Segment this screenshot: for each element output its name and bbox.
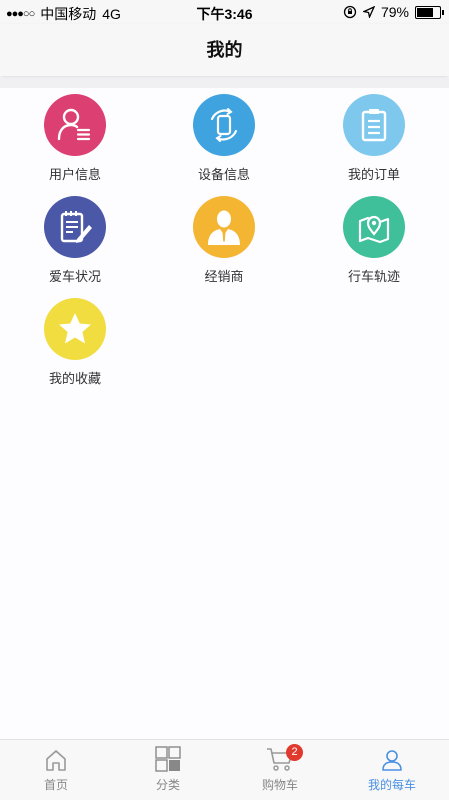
menu-icon-circle xyxy=(193,94,255,156)
home-icon xyxy=(46,750,66,771)
menu-item-label: 我的收藏 xyxy=(48,371,101,386)
menu-item-dealer[interactable]: 经销商 xyxy=(164,196,284,285)
status-bar: ●●●○○ 中国移动 4G 下午3:46 79% xyxy=(0,0,449,24)
map-pin-icon xyxy=(358,215,390,244)
menu-icon-circle xyxy=(343,196,405,258)
menu-item-label: 爱车状况 xyxy=(48,269,101,284)
device-icon xyxy=(210,108,238,142)
menu-item-label: 设备信息 xyxy=(197,167,250,182)
tab-home[interactable]: 首页 xyxy=(0,740,112,800)
rotation-lock-icon xyxy=(343,5,357,19)
clipboard-order-icon xyxy=(361,109,387,142)
tab-cart[interactable]: 2 购物车 xyxy=(224,740,336,800)
menu-item-favorites[interactable]: 我的收藏 xyxy=(15,298,135,387)
menu-item-driving-track[interactable]: 行车轨迹 xyxy=(314,196,434,285)
cart-count-badge: 2 xyxy=(286,744,303,761)
status-right: 79% xyxy=(343,4,444,20)
person-icon xyxy=(382,750,402,771)
location-arrow-icon xyxy=(362,6,375,18)
notepad-pen-icon xyxy=(60,211,92,243)
section-divider xyxy=(0,78,449,88)
battery-fill xyxy=(417,7,433,17)
tab-label: 首页 xyxy=(43,778,68,792)
category-grid-icon xyxy=(155,746,181,772)
menu-item-device-info[interactable]: 设备信息 xyxy=(164,94,284,183)
star-icon xyxy=(59,313,91,344)
menu-icon-circle xyxy=(44,94,106,156)
tab-category[interactable]: 分类 xyxy=(112,740,224,800)
dealer-person-icon xyxy=(208,210,240,245)
menu-item-label: 我的订单 xyxy=(347,167,400,182)
battery-percent: 79% xyxy=(380,4,409,20)
menu-icon-circle xyxy=(44,196,106,258)
menu-icon-circle xyxy=(44,298,106,360)
tab-my-car[interactable]: 我的每车 xyxy=(336,740,448,800)
menu-item-my-orders[interactable]: 我的订单 xyxy=(314,94,434,183)
user-profile-icon xyxy=(57,108,91,141)
tab-label: 我的每车 xyxy=(367,778,416,792)
menu-item-label: 经销商 xyxy=(204,269,244,284)
tab-bar: 首页 分类 2 购物车 我的每车 xyxy=(0,739,449,800)
page-title: 我的 xyxy=(206,40,243,60)
tab-label: 分类 xyxy=(155,778,180,792)
menu-icon-circle xyxy=(193,196,255,258)
menu-item-user-info[interactable]: 用户信息 xyxy=(15,94,135,183)
menu-item-car-status[interactable]: 爱车状况 xyxy=(15,196,135,285)
nav-bar: 我的 xyxy=(0,24,449,76)
battery-icon xyxy=(415,5,444,19)
tab-label: 购物车 xyxy=(261,778,298,792)
menu-item-label: 行车轨迹 xyxy=(347,269,400,284)
menu-item-label: 用户信息 xyxy=(48,167,101,182)
menu-icon-circle xyxy=(343,94,405,156)
